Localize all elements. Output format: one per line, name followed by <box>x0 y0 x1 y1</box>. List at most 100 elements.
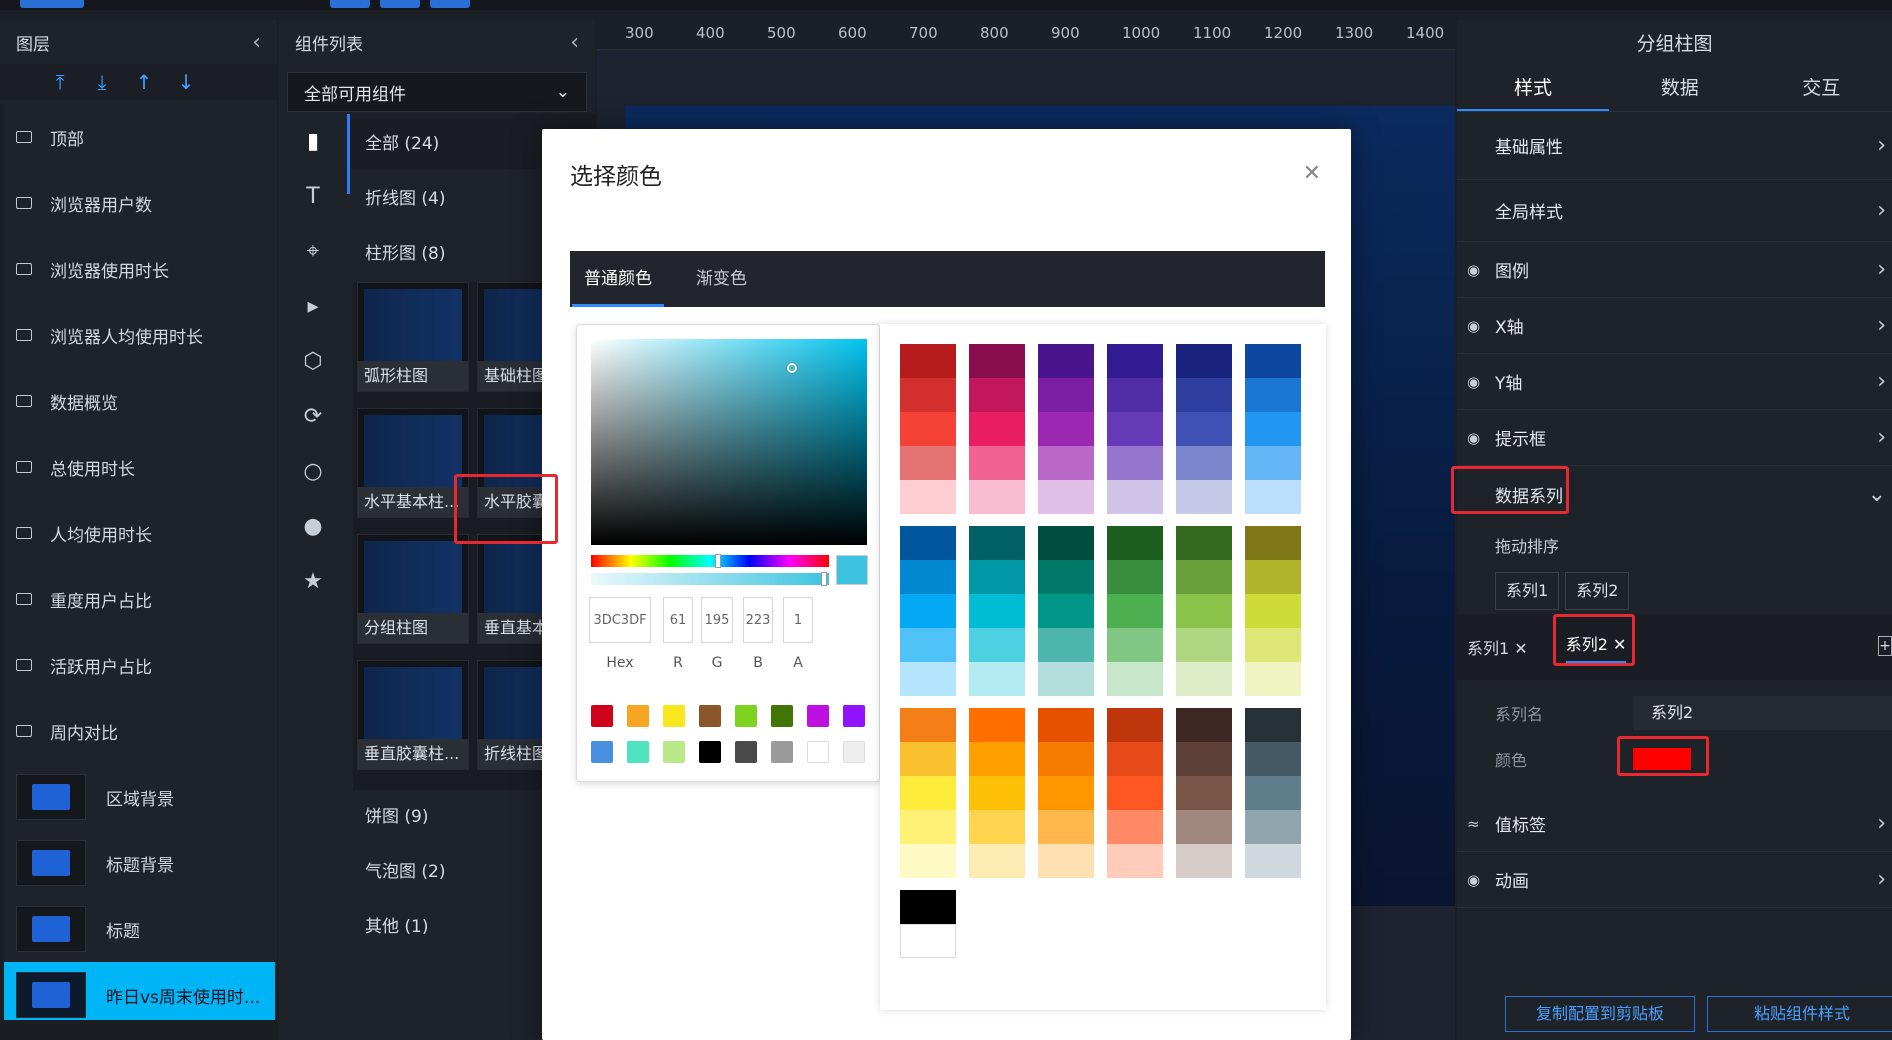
layer-item[interactable]: 周内对比 <box>0 698 275 764</box>
palette-swatch[interactable] <box>1245 628 1301 662</box>
section-data-series[interactable]: 数据系列 ⌄ <box>1451 466 1892 522</box>
toolbar-button[interactable] <box>430 0 470 8</box>
palette-swatch[interactable] <box>1245 480 1301 514</box>
palette-swatch[interactable] <box>1176 526 1232 560</box>
palette-swatch[interactable] <box>900 708 956 742</box>
cube-icon[interactable]: ⬡ <box>279 334 347 389</box>
palette-swatch[interactable] <box>900 890 956 924</box>
component-tile[interactable]: 弧形柱图 <box>357 282 469 392</box>
palette-swatch[interactable] <box>1107 742 1163 776</box>
add-series-icon[interactable]: + <box>1878 636 1892 656</box>
section-tooltip[interactable]: ◉ 提示框 › <box>1457 410 1892 466</box>
tab-gradient[interactable]: 渐变色 <box>684 251 759 307</box>
layer-item[interactable]: 人均使用时长 <box>0 500 275 566</box>
move-bottom-icon[interactable]: ⤓ <box>92 70 112 94</box>
section-y-axis[interactable]: ◉ Y轴 › <box>1457 354 1892 410</box>
layer-item[interactable]: 浏览器使用时长 <box>0 236 275 302</box>
palette-swatch[interactable] <box>900 446 956 480</box>
media-icon[interactable]: ▸ <box>279 279 347 334</box>
palette-swatch[interactable] <box>900 924 956 958</box>
eye-icon[interactable]: ◉ <box>1467 373 1480 391</box>
palette-swatch[interactable] <box>1176 344 1232 378</box>
section-global-style[interactable]: 全局样式 › <box>1457 180 1892 242</box>
palette-swatch[interactable] <box>1245 560 1301 594</box>
preset-swatch[interactable] <box>735 705 757 727</box>
palette-swatch[interactable] <box>1107 708 1163 742</box>
palette-swatch[interactable] <box>969 446 1025 480</box>
bar-chart-icon[interactable]: ▮ <box>279 114 347 169</box>
palette-swatch[interactable] <box>1038 776 1094 810</box>
preset-swatch[interactable] <box>771 705 793 727</box>
palette-swatch[interactable] <box>1245 776 1301 810</box>
palette-swatch[interactable] <box>1107 446 1163 480</box>
palette-swatch[interactable] <box>969 378 1025 412</box>
palette-swatch[interactable] <box>969 526 1025 560</box>
component-tile[interactable]: 水平基本柱... <box>357 408 469 518</box>
layer-item[interactable]: 数据概览 <box>0 368 275 434</box>
layer-item[interactable]: 昨日vs周末使用时... <box>0 962 275 1028</box>
move-top-icon[interactable]: ⤒ <box>50 70 70 94</box>
layer-item[interactable]: 浏览器用户数 <box>0 170 275 236</box>
palette-swatch[interactable] <box>969 662 1025 696</box>
toolbar-button[interactable] <box>20 0 84 8</box>
circle-icon[interactable]: ○ <box>279 444 347 499</box>
paste-style-button[interactable]: 粘贴组件样式 <box>1707 996 1892 1032</box>
component-tile[interactable]: 分组柱图 <box>357 534 469 644</box>
eye-icon[interactable]: ◉ <box>1467 261 1480 279</box>
preset-swatch[interactable] <box>807 741 829 763</box>
palette-swatch[interactable] <box>1245 446 1301 480</box>
palette-swatch[interactable] <box>1107 662 1163 696</box>
palette-swatch[interactable] <box>1038 810 1094 844</box>
palette-swatch[interactable] <box>1038 344 1094 378</box>
preset-swatch[interactable] <box>591 741 613 763</box>
palette-swatch[interactable] <box>1107 378 1163 412</box>
hue-slider[interactable] <box>591 554 829 568</box>
preset-swatch[interactable] <box>663 705 685 727</box>
palette-swatch[interactable] <box>900 526 956 560</box>
palette-swatch[interactable] <box>900 594 956 628</box>
tab-style[interactable]: 样式 <box>1457 66 1609 111</box>
section-basic[interactable]: 基础属性 › <box>1457 112 1892 180</box>
palette-swatch[interactable] <box>1038 526 1094 560</box>
preset-swatch[interactable] <box>807 705 829 727</box>
palette-swatch[interactable] <box>1176 708 1232 742</box>
palette-swatch[interactable] <box>1038 708 1094 742</box>
palette-swatch[interactable] <box>900 378 956 412</box>
palette-swatch[interactable] <box>1176 412 1232 446</box>
preset-swatch[interactable] <box>627 705 649 727</box>
palette-swatch[interactable] <box>1176 560 1232 594</box>
palette-swatch[interactable] <box>900 412 956 446</box>
color-cursor[interactable] <box>787 363 797 373</box>
component-filter-select[interactable]: 全部可用组件 ⌄ <box>287 72 587 112</box>
palette-swatch[interactable] <box>969 776 1025 810</box>
palette-swatch[interactable] <box>969 628 1025 662</box>
palette-swatch[interactable] <box>900 742 956 776</box>
g-input[interactable]: 195 <box>701 597 733 643</box>
palette-swatch[interactable] <box>1107 594 1163 628</box>
series-name-input[interactable]: 系列2 <box>1633 696 1892 730</box>
layer-item[interactable]: 重度用户占比 <box>0 566 275 632</box>
palette-swatch[interactable] <box>969 344 1025 378</box>
layer-item[interactable]: 浏览器人均使用时长 <box>0 302 275 368</box>
palette-swatch[interactable] <box>1245 344 1301 378</box>
palette-swatch[interactable] <box>969 844 1025 878</box>
palette-swatch[interactable] <box>1107 526 1163 560</box>
palette-swatch[interactable] <box>1038 446 1094 480</box>
palette-swatch[interactable] <box>969 560 1025 594</box>
alpha-handle[interactable] <box>821 572 827 586</box>
palette-swatch[interactable] <box>1038 412 1094 446</box>
palette-swatch[interactable] <box>969 742 1025 776</box>
palette-swatch[interactable] <box>1107 560 1163 594</box>
copy-config-button[interactable]: 复制配置到剪贴板 <box>1505 996 1695 1032</box>
r-input[interactable]: 61 <box>663 597 693 643</box>
layer-item[interactable]: 顶部 <box>0 104 275 170</box>
section-animation[interactable]: ◉ 动画 › <box>1457 852 1892 908</box>
section-x-axis[interactable]: ◉ X轴 › <box>1457 298 1892 354</box>
palette-swatch[interactable] <box>1038 742 1094 776</box>
alpha-slider[interactable] <box>591 572 829 586</box>
palette-swatch[interactable] <box>1038 662 1094 696</box>
palette-swatch[interactable] <box>1245 526 1301 560</box>
section-value-label[interactable]: ≈ 值标签 › <box>1457 796 1892 852</box>
palette-swatch[interactable] <box>1107 810 1163 844</box>
eye-icon[interactable]: ◉ <box>1467 317 1480 335</box>
